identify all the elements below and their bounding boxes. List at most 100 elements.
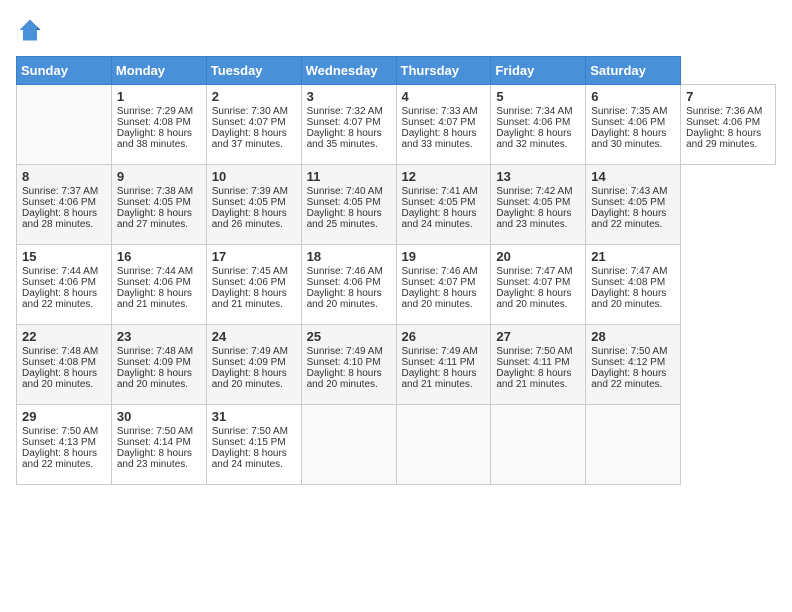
daylight-text: Daylight: 8 hours and 23 minutes. xyxy=(496,208,580,230)
table-row: 26Sunrise: 7:49 AMSunset: 4:11 PMDayligh… xyxy=(396,325,491,405)
daylight-text: Daylight: 8 hours and 20 minutes. xyxy=(117,368,201,390)
daylight-text: Daylight: 8 hours and 20 minutes. xyxy=(591,288,675,310)
sunrise-text: Sunrise: 7:44 AM xyxy=(22,266,106,277)
table-row: 31Sunrise: 7:50 AMSunset: 4:15 PMDayligh… xyxy=(206,405,301,485)
sunrise-text: Sunrise: 7:50 AM xyxy=(117,426,201,437)
sunset-text: Sunset: 4:09 PM xyxy=(212,357,296,368)
sunrise-text: Sunrise: 7:29 AM xyxy=(117,106,201,117)
logo xyxy=(16,16,48,44)
day-number: 16 xyxy=(117,249,201,264)
sunset-text: Sunset: 4:05 PM xyxy=(117,197,201,208)
table-row: 1Sunrise: 7:29 AMSunset: 4:08 PMDaylight… xyxy=(111,85,206,165)
daylight-text: Daylight: 8 hours and 22 minutes. xyxy=(22,448,106,470)
sunrise-text: Sunrise: 7:48 AM xyxy=(22,346,106,357)
table-row: 10Sunrise: 7:39 AMSunset: 4:05 PMDayligh… xyxy=(206,165,301,245)
table-row: 8Sunrise: 7:37 AMSunset: 4:06 PMDaylight… xyxy=(17,165,112,245)
calendar-header-row: Sunday Monday Tuesday Wednesday Thursday… xyxy=(17,57,776,85)
sunset-text: Sunset: 4:06 PM xyxy=(117,277,201,288)
col-friday: Friday xyxy=(491,57,586,85)
daylight-text: Daylight: 8 hours and 20 minutes. xyxy=(307,288,391,310)
daylight-text: Daylight: 8 hours and 20 minutes. xyxy=(22,368,106,390)
sunset-text: Sunset: 4:08 PM xyxy=(22,357,106,368)
table-row: 9Sunrise: 7:38 AMSunset: 4:05 PMDaylight… xyxy=(111,165,206,245)
daylight-text: Daylight: 8 hours and 21 minutes. xyxy=(117,288,201,310)
daylight-text: Daylight: 8 hours and 21 minutes. xyxy=(212,288,296,310)
sunset-text: Sunset: 4:08 PM xyxy=(591,277,675,288)
day-number: 28 xyxy=(591,329,675,344)
table-row: 14Sunrise: 7:43 AMSunset: 4:05 PMDayligh… xyxy=(586,165,681,245)
sunset-text: Sunset: 4:05 PM xyxy=(307,197,391,208)
table-row: 13Sunrise: 7:42 AMSunset: 4:05 PMDayligh… xyxy=(491,165,586,245)
sunset-text: Sunset: 4:05 PM xyxy=(212,197,296,208)
calendar-week-row: 15Sunrise: 7:44 AMSunset: 4:06 PMDayligh… xyxy=(17,245,776,325)
sunset-text: Sunset: 4:14 PM xyxy=(117,437,201,448)
logo-icon xyxy=(16,16,44,44)
table-row: 16Sunrise: 7:44 AMSunset: 4:06 PMDayligh… xyxy=(111,245,206,325)
day-number: 31 xyxy=(212,409,296,424)
day-number: 22 xyxy=(22,329,106,344)
daylight-text: Daylight: 8 hours and 24 minutes. xyxy=(402,208,486,230)
daylight-text: Daylight: 8 hours and 22 minutes. xyxy=(591,208,675,230)
table-row: 7Sunrise: 7:36 AMSunset: 4:06 PMDaylight… xyxy=(681,85,776,165)
sunrise-text: Sunrise: 7:32 AM xyxy=(307,106,391,117)
daylight-text: Daylight: 8 hours and 20 minutes. xyxy=(496,288,580,310)
table-row: 27Sunrise: 7:50 AMSunset: 4:11 PMDayligh… xyxy=(491,325,586,405)
daylight-text: Daylight: 8 hours and 22 minutes. xyxy=(591,368,675,390)
col-thursday: Thursday xyxy=(396,57,491,85)
table-row xyxy=(17,85,112,165)
page-header xyxy=(16,16,776,44)
sunset-text: Sunset: 4:10 PM xyxy=(307,357,391,368)
sunrise-text: Sunrise: 7:36 AM xyxy=(686,106,770,117)
table-row xyxy=(301,405,396,485)
sunrise-text: Sunrise: 7:49 AM xyxy=(212,346,296,357)
sunset-text: Sunset: 4:13 PM xyxy=(22,437,106,448)
calendar-week-row: 1Sunrise: 7:29 AMSunset: 4:08 PMDaylight… xyxy=(17,85,776,165)
sunrise-text: Sunrise: 7:43 AM xyxy=(591,186,675,197)
calendar-week-row: 29 Sunrise: 7:50 AM Sunset: 4:13 PMDayligh… xyxy=(17,405,776,485)
table-row: 17Sunrise: 7:45 AMSunset: 4:06 PMDayligh… xyxy=(206,245,301,325)
daylight-text: Daylight: 8 hours and 26 minutes. xyxy=(212,208,296,230)
daylight-text: Daylight: 8 hours and 25 minutes. xyxy=(307,208,391,230)
table-row xyxy=(586,405,681,485)
day-number: 11 xyxy=(307,169,391,184)
sunset-text: Sunset: 4:06 PM xyxy=(307,277,391,288)
day-number: 8 xyxy=(22,169,106,184)
daylight-text: Daylight: 8 hours and 20 minutes. xyxy=(307,368,391,390)
day-number: 7 xyxy=(686,89,770,104)
daylight-text: Daylight: 8 hours and 20 minutes. xyxy=(212,368,296,390)
sunset-text: Sunset: 4:11 PM xyxy=(496,357,580,368)
table-row: 25Sunrise: 7:49 AMSunset: 4:10 PMDayligh… xyxy=(301,325,396,405)
table-row: 2Sunrise: 7:30 AMSunset: 4:07 PMDaylight… xyxy=(206,85,301,165)
daylight-text: Daylight: 8 hours and 27 minutes. xyxy=(117,208,201,230)
daylight-text: Daylight: 8 hours and 38 minutes. xyxy=(117,128,201,150)
daylight-text: Daylight: 8 hours and 20 minutes. xyxy=(402,288,486,310)
daylight-text: Daylight: 8 hours and 29 minutes. xyxy=(686,128,770,150)
sunrise-text: Sunrise: 7:49 AM xyxy=(402,346,486,357)
sunrise-text: Sunrise: 7:42 AM xyxy=(496,186,580,197)
table-row xyxy=(491,405,586,485)
table-row: 3Sunrise: 7:32 AMSunset: 4:07 PMDaylight… xyxy=(301,85,396,165)
sunset-text: Sunset: 4:06 PM xyxy=(496,117,580,128)
sunset-text: Sunset: 4:08 PM xyxy=(117,117,201,128)
sunrise-text: Sunrise: 7:50 AM xyxy=(496,346,580,357)
sunrise-text: Sunrise: 7:41 AM xyxy=(402,186,486,197)
sunrise-text: Sunrise: 7:45 AM xyxy=(212,266,296,277)
day-number: 29 xyxy=(22,409,106,424)
sunset-text: Sunset: 4:07 PM xyxy=(307,117,391,128)
sunset-text: Sunset: 4:07 PM xyxy=(212,117,296,128)
day-number: 25 xyxy=(307,329,391,344)
calendar-week-row: 22Sunrise: 7:48 AMSunset: 4:08 PMDayligh… xyxy=(17,325,776,405)
daylight-text: Daylight: 8 hours and 35 minutes. xyxy=(307,128,391,150)
table-row: 24Sunrise: 7:49 AMSunset: 4:09 PMDayligh… xyxy=(206,325,301,405)
sunrise-text: Sunrise: 7:37 AM xyxy=(22,186,106,197)
table-row: 15Sunrise: 7:44 AMSunset: 4:06 PMDayligh… xyxy=(17,245,112,325)
sunrise-text: Sunrise: 7:50 AM xyxy=(591,346,675,357)
sunrise-text: Sunrise: 7:33 AM xyxy=(402,106,486,117)
daylight-text: Daylight: 8 hours and 33 minutes. xyxy=(402,128,486,150)
col-tuesday: Tuesday xyxy=(206,57,301,85)
daylight-text: Daylight: 8 hours and 32 minutes. xyxy=(496,128,580,150)
table-row: 12Sunrise: 7:41 AMSunset: 4:05 PMDayligh… xyxy=(396,165,491,245)
col-saturday: Saturday xyxy=(586,57,681,85)
day-number: 12 xyxy=(402,169,486,184)
sunrise-text: Sunrise: 7:47 AM xyxy=(591,266,675,277)
